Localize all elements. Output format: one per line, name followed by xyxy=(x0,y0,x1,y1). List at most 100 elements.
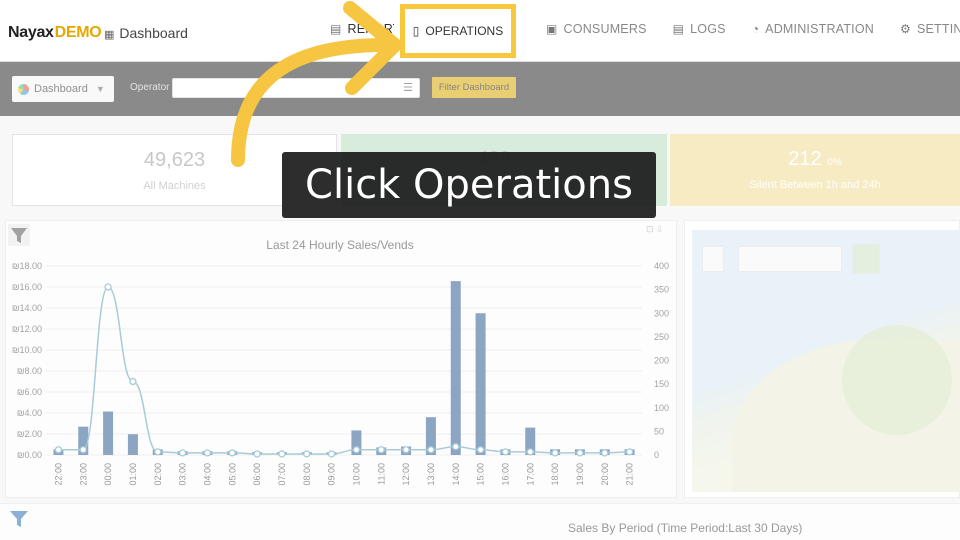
line-point xyxy=(327,450,336,458)
nav-operations[interactable]: ▯ OPERATIONS xyxy=(400,4,516,58)
dashboard-select-label: Dashboard xyxy=(34,83,88,95)
y-right-tick-label: 100 xyxy=(654,403,669,413)
x-tick-label: 12:00 xyxy=(401,463,411,486)
x-tick-label: 09:00 xyxy=(327,463,337,486)
x-tick-label: 14:00 xyxy=(451,463,461,486)
x-tick-label: 21:00 xyxy=(625,463,635,486)
x-tick-label: 02:00 xyxy=(153,463,163,486)
sales-by-period-panel xyxy=(0,503,960,540)
device-icon: ▯ xyxy=(412,24,420,38)
filter-dashboard-button[interactable]: Filter Dashboard xyxy=(432,77,516,98)
logo-demo-text: DEMO xyxy=(54,24,102,41)
bar xyxy=(450,281,461,455)
dashboard-select[interactable]: Dashboard ▼ xyxy=(12,76,114,102)
x-tick-label: 22:00 xyxy=(53,463,63,486)
map-type-control[interactable] xyxy=(738,246,842,272)
x-tick-label: 04:00 xyxy=(202,463,212,486)
x-tick-label: 20:00 xyxy=(600,463,610,486)
sales-by-period-title: Sales By Period (Time Period:Last 30 Day… xyxy=(568,521,803,535)
instruction-caption: Click Operations xyxy=(282,152,656,218)
sales-line xyxy=(58,286,630,455)
map-zoom-control[interactable] xyxy=(702,246,724,272)
list-icon[interactable]: ☰ xyxy=(403,81,413,94)
y-right-tick-label: 300 xyxy=(654,308,669,318)
y-right-tick-label: 250 xyxy=(654,332,669,342)
y-right-tick-label: 350 xyxy=(654,285,669,295)
bar xyxy=(103,411,114,455)
y-left-tick-label: ₪8.00 xyxy=(17,366,42,376)
line-point xyxy=(253,450,261,458)
machines-map[interactable] xyxy=(692,230,960,492)
nav-logs-label: LOGS xyxy=(690,22,726,36)
line-point xyxy=(278,450,286,458)
nav-administration-label: ADMINISTRATION xyxy=(765,22,874,36)
line-point xyxy=(526,448,534,456)
line-point xyxy=(576,449,584,457)
nav-reports-label: REPORTS xyxy=(347,22,394,36)
grid-icon: ▦ xyxy=(104,29,115,41)
line-point xyxy=(228,449,236,457)
x-tick-label: 07:00 xyxy=(277,463,287,486)
y-right-tick-label: 400 xyxy=(654,261,669,271)
nav-consumers-label: CONSUMERS xyxy=(563,22,647,36)
y-left-tick-label: ₪12.00 xyxy=(12,324,42,334)
kpi-label: Silent Between 1h and 24h xyxy=(749,179,881,191)
x-tick-label: 23:00 xyxy=(78,463,88,486)
operator-input[interactable]: ☰ xyxy=(172,78,420,98)
gauge-icon: ◔ xyxy=(751,22,760,36)
x-tick-label: 08:00 xyxy=(302,463,312,486)
chevron-down-icon: ▼ xyxy=(95,84,105,94)
line-point xyxy=(203,449,212,457)
nayax-logo[interactable]: NayaxDEMO xyxy=(8,24,102,42)
line-point xyxy=(601,449,609,457)
line-point xyxy=(427,446,435,454)
y-left-tick-label: ₪4.00 xyxy=(17,408,42,418)
bar xyxy=(127,434,138,455)
x-tick-label: 13:00 xyxy=(426,463,436,486)
line-point xyxy=(625,448,634,456)
nav-reports[interactable]: ▤ REPORTS xyxy=(330,22,394,36)
line-point xyxy=(303,450,311,458)
y-right-tick-label: 0 xyxy=(654,450,659,460)
y-right-tick-label: 50 xyxy=(654,426,664,436)
line-point xyxy=(476,446,485,454)
line-point xyxy=(129,377,137,386)
x-tick-label: 00:00 xyxy=(103,463,113,486)
map-pin-control[interactable] xyxy=(852,244,880,274)
y-right-tick-label: 150 xyxy=(654,379,669,389)
nav-logs[interactable]: ▤ LOGS xyxy=(673,22,726,36)
nav-consumers[interactable]: ▣ CONSUMERS xyxy=(546,22,647,36)
x-tick-label: 11:00 xyxy=(376,463,386,485)
line-point xyxy=(352,446,361,454)
y-left-tick-label: ₪2.00 xyxy=(17,429,42,439)
x-tick-label: 10:00 xyxy=(351,463,361,486)
logo-text: Nayax xyxy=(8,24,54,41)
line-point xyxy=(178,449,187,457)
y-left-tick-label: ₪6.00 xyxy=(17,387,42,397)
line-point xyxy=(452,442,460,451)
dashboard-link[interactable]: ▦ Dashboard xyxy=(104,25,188,41)
kpi-silent-machines[interactable]: 212 0% Silent Between 1h and 24h xyxy=(670,134,960,206)
filter-funnel-icon[interactable] xyxy=(8,508,30,530)
line-point xyxy=(104,283,112,291)
hourly-sales-chart: ₪0.00 ₪2.00 ₪4.00 ₪6.00 ₪8.00 ₪10.00 ₪12.00 ₪14… xyxy=(12,261,669,486)
x-tick-label: 18:00 xyxy=(550,463,560,486)
nav-settings[interactable]: ⚙ SETTINGS xyxy=(900,22,960,36)
x-tick-label: 03:00 xyxy=(178,463,188,486)
operator-label: Operator xyxy=(130,82,170,93)
dashboard-link-label: Dashboard xyxy=(119,25,188,41)
y-left-tick-label: ₪16.00 xyxy=(12,282,42,292)
line-point xyxy=(154,448,162,456)
line-point xyxy=(402,446,410,454)
top-navigation-bar: NayaxDEMO ▦ Dashboard ▤ REPORTS ▣ CONSUMERS… xyxy=(0,0,960,62)
pie-chart-icon xyxy=(18,83,29,95)
x-tick-label: 01:00 xyxy=(128,463,138,486)
panel-controls[interactable]: ⊡ ⇩ xyxy=(646,224,664,235)
filter-funnel-icon[interactable] xyxy=(8,224,30,246)
reports-icon: ▤ xyxy=(330,22,342,36)
x-tick-label: 05:00 xyxy=(227,463,237,486)
nav-administration[interactable]: ◔ ADMINISTRATION xyxy=(752,22,874,36)
logs-icon: ▤ xyxy=(672,22,685,36)
gear-icon: ⚙ xyxy=(899,22,911,36)
kpi-percent: 0% xyxy=(827,157,842,168)
